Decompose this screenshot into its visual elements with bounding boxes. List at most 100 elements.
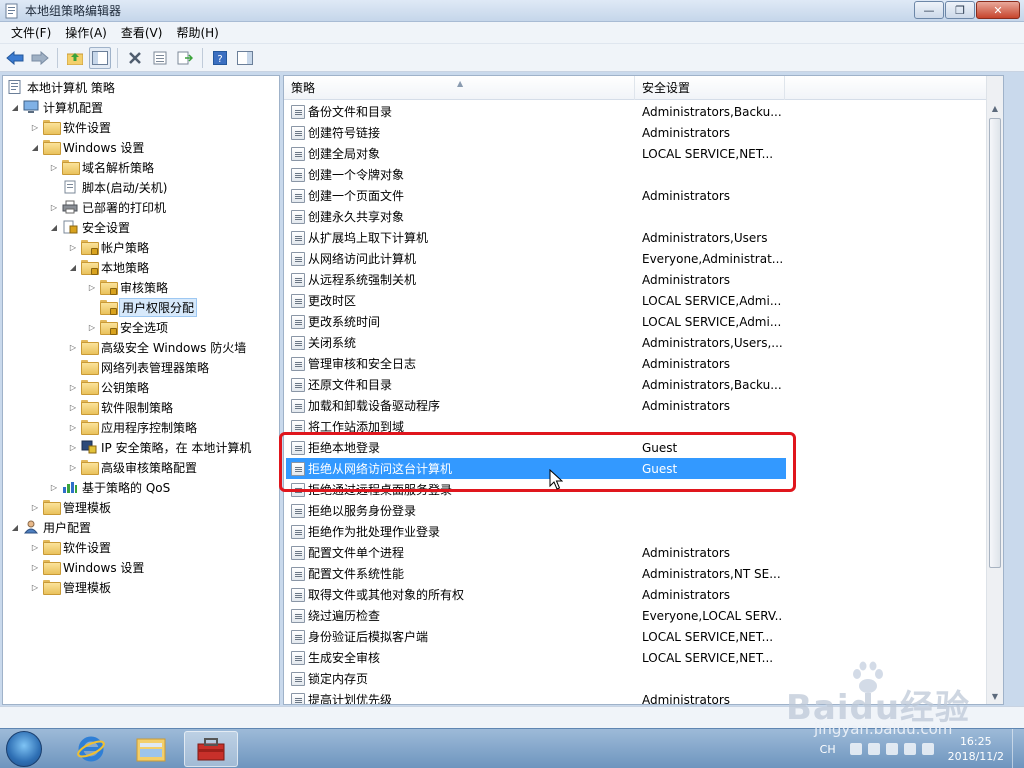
column-header-security-setting[interactable]: 安全设置 <box>635 76 785 100</box>
taskbar-explorer[interactable] <box>124 731 178 767</box>
volume-icon[interactable] <box>921 743 934 755</box>
scrollbar-thumb[interactable] <box>989 118 1001 568</box>
action-pane-button[interactable] <box>234 47 256 69</box>
collapse-arrow-icon[interactable]: ◢ <box>67 261 79 273</box>
tree-item-user-config[interactable]: ◢ 用户配置 <box>9 517 91 537</box>
show-hide-tree-button[interactable] <box>89 46 111 69</box>
expand-arrow-icon[interactable]: ▷ <box>48 201 60 213</box>
keyboard-icon[interactable] <box>849 743 862 755</box>
network-icon[interactable] <box>903 743 916 755</box>
policy-row[interactable]: 创建全局对象 LOCAL SERVICE,NET... <box>286 143 786 164</box>
expand-arrow-icon[interactable]: ▷ <box>29 121 41 133</box>
close-button[interactable]: ✕ <box>976 1 1020 19</box>
start-button[interactable] <box>6 731 42 767</box>
menu-help[interactable]: 帮助(H) <box>169 22 225 44</box>
show-desktop-button[interactable] <box>1012 729 1024 768</box>
policy-row[interactable]: 绕过遍历检查 Everyone,LOCAL SERV... <box>286 605 786 626</box>
policy-row[interactable]: 从扩展坞上取下计算机 Administrators,Users <box>286 227 786 248</box>
expand-arrow-icon[interactable]: ▷ <box>67 341 79 353</box>
tree-item-admin-templates[interactable]: ▷ 管理模板 <box>29 497 111 517</box>
tree-item-security-settings[interactable]: ◢ 安全设置 <box>48 217 130 237</box>
policy-row[interactable]: 拒绝通过远程桌面服务登录 <box>286 479 786 500</box>
help-tray-icon[interactable] <box>867 743 880 755</box>
expand-arrow-icon[interactable]: ▷ <box>48 161 60 173</box>
clock[interactable]: 16:25 2018/11/2 <box>948 734 1004 764</box>
tree-item-user-windows-settings[interactable]: ▷ Windows 设置 <box>29 557 144 577</box>
scroll-up-arrow-icon[interactable]: ▲ <box>987 100 1003 116</box>
back-button[interactable] <box>4 47 26 69</box>
minimize-button[interactable]: — <box>914 1 944 19</box>
expand-arrow-icon[interactable]: ▷ <box>29 541 41 553</box>
tree-item-scripts[interactable]: 脚本(启动/关机) <box>48 177 167 197</box>
expand-arrow-icon[interactable]: ▷ <box>29 501 41 513</box>
policy-row[interactable]: 配置文件单个进程 Administrators <box>286 542 786 563</box>
scroll-down-arrow-icon[interactable]: ▼ <box>987 688 1003 704</box>
policy-row[interactable]: 将工作站添加到域 <box>286 416 786 437</box>
collapse-arrow-icon[interactable]: ◢ <box>29 141 41 153</box>
policy-row[interactable]: 从网络访问此计算机 Everyone,Administrat... <box>286 248 786 269</box>
policy-row[interactable]: 配置文件系统性能 Administrators,NT SE... <box>286 563 786 584</box>
vertical-scrollbar[interactable]: ▲ ▼ <box>986 76 1003 704</box>
tree-item-printers[interactable]: ▷ 已部署的打印机 <box>48 197 166 217</box>
expand-arrow-icon[interactable]: ▷ <box>67 401 79 413</box>
tree-item-account-policy[interactable]: ▷ 帐户策略 <box>67 237 149 257</box>
expand-arrow-icon[interactable]: ▷ <box>67 461 79 473</box>
expand-arrow-icon[interactable]: ▷ <box>67 421 79 433</box>
tree-item-software-restriction[interactable]: ▷ 软件限制策略 <box>67 397 173 417</box>
policy-row[interactable]: 加载和卸载设备驱动程序 Administrators <box>286 395 786 416</box>
tree-item-local-policy[interactable]: ◢ 本地策略 <box>67 257 149 277</box>
policy-row[interactable]: 备份文件和目录 Administrators,Backu... <box>286 101 786 122</box>
policy-row[interactable]: 创建一个页面文件 Administrators <box>286 185 786 206</box>
policy-row[interactable]: 拒绝以服务身份登录 <box>286 500 786 521</box>
taskbar-ie[interactable] <box>64 731 118 767</box>
policy-row[interactable]: 关闭系统 Administrators,Users,... <box>286 332 786 353</box>
tree-item-user-software-settings[interactable]: ▷ 软件设置 <box>29 537 111 557</box>
policy-row[interactable]: 创建符号链接 Administrators <box>286 122 786 143</box>
expand-arrow-icon[interactable]: ▷ <box>67 441 79 453</box>
export-list-button[interactable] <box>174 47 196 69</box>
menu-file[interactable]: 文件(F) <box>4 22 58 44</box>
collapse-arrow-icon[interactable]: ◢ <box>9 521 21 533</box>
taskbar-group-policy-editor[interactable] <box>184 731 238 767</box>
policy-row[interactable]: 管理审核和安全日志 Administrators <box>286 353 786 374</box>
tree-item-user-admin-templates[interactable]: ▷ 管理模板 <box>29 577 111 597</box>
policy-row[interactable]: 锁定内存页 <box>286 668 786 689</box>
policy-row[interactable]: 拒绝作为批处理作业登录 <box>286 521 786 542</box>
up-level-button[interactable] <box>64 47 86 69</box>
collapse-arrow-icon[interactable]: ◢ <box>48 221 60 233</box>
expand-arrow-icon[interactable]: ▷ <box>48 481 60 493</box>
menu-view[interactable]: 查看(V) <box>114 22 170 44</box>
collapse-arrow-icon[interactable]: ◢ <box>9 101 21 113</box>
policy-row[interactable]: 身份验证后模拟客户端 LOCAL SERVICE,NET... <box>286 626 786 647</box>
policy-row[interactable]: 创建一个令牌对象 <box>286 164 786 185</box>
tree-item-network-list[interactable]: 网络列表管理器策略 <box>67 357 209 377</box>
tree-item-user-rights-assignment[interactable]: 用户权限分配 <box>86 297 198 317</box>
policy-row[interactable]: 从远程系统强制关机 Administrators <box>286 269 786 290</box>
delete-button[interactable] <box>124 47 146 69</box>
tree-item-security-options[interactable]: ▷ 安全选项 <box>86 317 168 337</box>
tree-item-advanced-audit[interactable]: ▷ 高级审核策略配置 <box>67 457 197 477</box>
tree-item-ipsec[interactable]: ▷ IP 安全策略，在 本地计算机 <box>67 437 251 457</box>
tree-item-public-key[interactable]: ▷ 公钥策略 <box>67 377 149 397</box>
maximize-button[interactable]: ❐ <box>945 1 975 19</box>
tree-item-computer-config[interactable]: ◢ 计算机配置 <box>9 97 103 117</box>
menu-action[interactable]: 操作(A) <box>58 22 114 44</box>
tree-item-firewall[interactable]: ▷ 高级安全 Windows 防火墙 <box>67 337 246 357</box>
expand-arrow-icon[interactable]: ▷ <box>86 281 98 293</box>
tree-item-qos[interactable]: ▷ 基于策略的 QoS <box>48 477 170 497</box>
policy-row[interactable]: 拒绝从网络访问这台计算机 Guest <box>286 458 786 479</box>
forward-button[interactable] <box>29 47 51 69</box>
flag-icon[interactable] <box>885 743 898 755</box>
expand-arrow-icon[interactable]: ▷ <box>67 241 79 253</box>
expand-arrow-icon[interactable]: ▷ <box>86 321 98 333</box>
tree-item-app-control[interactable]: ▷ 应用程序控制策略 <box>67 417 197 437</box>
policy-row[interactable]: 拒绝本地登录 Guest <box>286 437 786 458</box>
policy-row[interactable]: 创建永久共享对象 <box>286 206 786 227</box>
tree-item-local-computer-policy[interactable]: 本地计算机 策略 <box>7 77 115 97</box>
tree-item-dns-policy[interactable]: ▷ 域名解析策略 <box>48 157 154 177</box>
policy-row[interactable]: 取得文件或其他对象的所有权 Administrators <box>286 584 786 605</box>
policy-row[interactable]: 生成安全审核 LOCAL SERVICE,NET... <box>286 647 786 668</box>
policy-row[interactable]: 提高计划优先级 Administrators <box>286 689 786 704</box>
policy-row[interactable]: 更改系统时间 LOCAL SERVICE,Admi... <box>286 311 786 332</box>
expand-arrow-icon[interactable]: ▷ <box>67 381 79 393</box>
